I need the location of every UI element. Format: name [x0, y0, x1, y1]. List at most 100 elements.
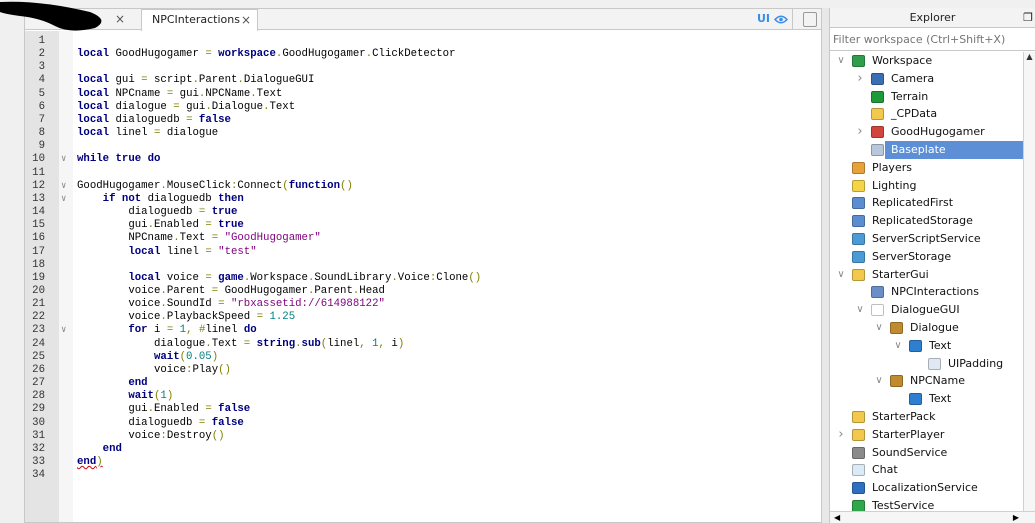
tree-item-npcname[interactable]: ∨ NPCName: [830, 372, 1023, 390]
code-token: dialogue: [153, 337, 206, 350]
tree-item-label: StarterPlayer: [872, 427, 945, 441]
tree-item-label: StarterGui: [872, 267, 929, 281]
tree-item-chat[interactable]: Chat: [830, 461, 1023, 479]
tree-item-lighting[interactable]: Lighting: [830, 177, 1023, 195]
scroll-left-icon[interactable]: ◀: [834, 512, 840, 523]
code-token: GoodHugogamer: [282, 48, 366, 61]
code-token: game: [218, 271, 244, 284]
tree-item-label: Camera: [891, 71, 935, 85]
undock-icon[interactable]: ❐: [1023, 8, 1033, 28]
code-token: ): [397, 337, 405, 350]
tree-item-text[interactable]: Text: [830, 390, 1023, 408]
tree-item-text[interactable]: ∨ Text: [830, 337, 1023, 355]
code-token: local: [128, 271, 161, 284]
server-storage-icon: [852, 250, 865, 263]
code-token: then: [218, 192, 244, 205]
tree-item-terrain[interactable]: Terrain: [830, 88, 1023, 106]
chevron-down-icon[interactable]: ∨: [855, 301, 865, 319]
tree-item-workspace[interactable]: ∨ Workspace: [830, 52, 1023, 70]
code-text: end): [77, 456, 103, 469]
chevron-right-icon[interactable]: ›: [836, 426, 846, 444]
tree-item-starterplayer[interactable]: › StarterPlayer: [830, 426, 1023, 444]
close-icon[interactable]: ×: [241, 10, 251, 30]
tree-item-testservice[interactable]: TestService: [830, 497, 1023, 511]
chevron-down-icon[interactable]: ∨: [836, 52, 846, 70]
code-line: 19 local voice = game.Workspace.SoundLib…: [25, 272, 821, 285]
fold-chevron-icon[interactable]: ∨: [61, 153, 66, 166]
code-area[interactable]: 1 2 local GoodHugogamer = workspace.GoodHu…: [25, 35, 821, 482]
chevron-down-icon[interactable]: ∨: [874, 319, 884, 337]
code-token: voice: [128, 298, 161, 311]
fold-chevron-icon[interactable]: ∨: [61, 193, 66, 206]
tree-item-soundservice[interactable]: SoundService: [830, 444, 1023, 462]
tree-item-serverscriptservice[interactable]: ServerScriptService: [830, 230, 1023, 248]
code-token: Play: [192, 363, 219, 376]
tree-item-serverstorage[interactable]: ServerStorage: [830, 248, 1023, 266]
tree-item-goodhugogamer[interactable]: › GoodHugogamer: [830, 123, 1023, 141]
code-text: local GoodHugogamer = workspace.GoodHugo…: [77, 48, 456, 61]
explorer-header: Explorer ❐: [830, 8, 1035, 28]
tree-item-starterpack[interactable]: StarterPack: [830, 408, 1023, 426]
line-number: 15: [32, 219, 45, 232]
code-text: wait(0.05): [77, 351, 218, 364]
workspace-icon: [852, 55, 865, 67]
tree-item-cpdata[interactable]: _CPData: [830, 105, 1023, 123]
tree-item-label: NPCName: [910, 374, 965, 388]
code-token: ClickDetector: [372, 48, 456, 61]
tab-bar: × NPCInteractions × UI: [25, 9, 821, 31]
code-line: 33 end): [25, 456, 821, 469]
tree-item-camera[interactable]: › Camera: [830, 70, 1023, 88]
code-line: 6 local dialogue = gui.Dialogue.Text: [25, 101, 821, 114]
tree-item-label: Baseplate: [888, 140, 949, 159]
scroll-right-icon[interactable]: ▶: [1013, 512, 1019, 523]
tree-item-players[interactable]: Players: [830, 159, 1023, 177]
ui-visibility-toggle[interactable]: UI: [757, 11, 788, 27]
code-token: gui: [128, 403, 148, 416]
code-token: while: [77, 153, 110, 166]
tree-item-localizationservice[interactable]: LocalizationService: [830, 479, 1023, 497]
tree-item-label: LocalizationService: [872, 481, 978, 495]
tree-item-dialoguegui[interactable]: ∨ DialogueGUI: [830, 301, 1023, 319]
horizontal-scrollbar[interactable]: ◀ ▶: [830, 511, 1035, 523]
tree-item-baseplate[interactable]: Baseplate: [830, 140, 1023, 159]
tree-item-replicatedfirst[interactable]: ReplicatedFirst: [830, 194, 1023, 212]
code-line: 13 ∨ if not dialoguedb then: [25, 193, 821, 206]
tree-item-npcinteractions[interactable]: NPCInteractions: [830, 283, 1023, 301]
code-text: gui.Enabled = true: [77, 219, 244, 232]
chevron-right-icon[interactable]: ›: [855, 123, 865, 141]
tree-item-startergui[interactable]: ∨ StarterGui: [830, 266, 1023, 284]
scroll-up-icon[interactable]: ▲: [1024, 52, 1035, 61]
chevron-down-icon[interactable]: ∨: [893, 337, 903, 355]
tree-item-uipadding[interactable]: UIPadding: [830, 355, 1023, 373]
line-number: 17: [32, 245, 45, 258]
fold-chevron-icon[interactable]: ∨: [61, 180, 66, 193]
panel-splitter[interactable]: [822, 8, 829, 523]
code-token: not: [121, 192, 142, 205]
code-text: voice.Parent = GoodHugogamer.Parent.Head: [77, 285, 385, 298]
filter-workspace-input[interactable]: [830, 30, 1035, 51]
line-number: 4: [38, 74, 45, 87]
code-token: "rbxassetid://614988122": [230, 298, 385, 311]
tree-item-dialogue[interactable]: ∨ Dialogue: [830, 319, 1023, 337]
code-token: 1.25: [269, 311, 296, 324]
vertical-scrollbar[interactable]: ▲: [1023, 52, 1035, 511]
chevron-right-icon[interactable]: ›: [855, 70, 865, 88]
code-line: 1: [25, 35, 821, 48]
tree-item-replicatedstorage[interactable]: ReplicatedStorage: [830, 212, 1023, 230]
players-icon: [852, 161, 865, 174]
tab-npcinteractions[interactable]: NPCInteractions ×: [141, 9, 258, 31]
code-token: Voice: [397, 271, 430, 284]
code-line: 11: [25, 167, 821, 180]
chevron-down-icon[interactable]: ∨: [836, 266, 846, 284]
device-icon[interactable]: [803, 12, 817, 27]
chevron-down-icon[interactable]: ∨: [874, 372, 884, 390]
code-token: ): [218, 429, 225, 442]
code-token: end: [128, 377, 148, 390]
line-number: 18: [32, 258, 45, 271]
fold-chevron-icon[interactable]: ∨: [61, 324, 66, 337]
code-text: voice:Destroy(): [77, 429, 225, 443]
line-number: 11: [32, 166, 45, 179]
